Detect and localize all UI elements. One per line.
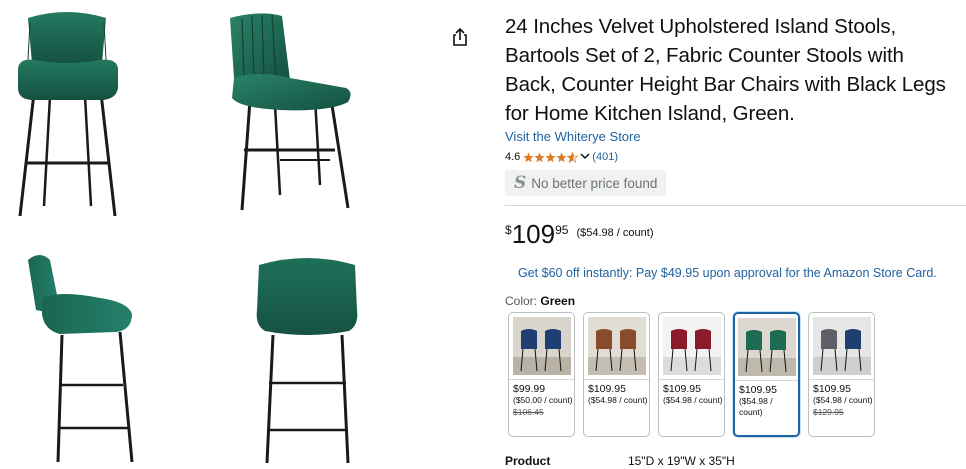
swatch-price: $99.99 — [513, 383, 546, 395]
swatch-list-price — [659, 406, 724, 407]
color-label: Color: Green — [505, 294, 575, 308]
price-check-logo: S — [514, 173, 527, 193]
star-rating[interactable] — [523, 151, 579, 163]
swatch-image — [812, 317, 871, 375]
swatch-unit-price: ($54.98 / count) — [813, 395, 873, 405]
swatch-price: $109.95 — [813, 383, 851, 395]
divider — [505, 205, 966, 206]
price-block: $ 109 95 ($54.98 / count) — [505, 220, 654, 248]
product-image-front[interactable] — [10, 8, 125, 223]
no-better-price-badge[interactable]: S No better price found — [505, 170, 667, 196]
product-image-angle[interactable] — [220, 10, 360, 215]
swatch-image — [662, 317, 721, 375]
rating-count-link[interactable]: (401) — [592, 151, 618, 163]
swatch-green[interactable]: $109.95 ($54.98 / count) — [733, 312, 800, 437]
star-icon — [545, 152, 556, 162]
swatch-unit-price: ($54.98 / count) — [588, 395, 648, 405]
product-image-side[interactable] — [20, 250, 150, 465]
swatch-price: $109.95 — [588, 383, 626, 395]
star-icon — [534, 152, 545, 162]
store-link[interactable]: Visit the Whiterye Store — [505, 129, 641, 144]
color-label-prefix: Color: — [505, 294, 538, 308]
swatch-price: $109.95 — [739, 384, 777, 396]
swatch-chair-left — [520, 329, 537, 349]
swatch-list-price — [584, 406, 649, 407]
swatch-price: $109.95 — [663, 383, 701, 395]
price-per-unit: ($54.98 / count) — [576, 227, 654, 239]
swatch-brown[interactable]: $109.95 ($54.98 / count) — [583, 312, 650, 437]
product-title: 24 Inches Velvet Upholstered Island Stoo… — [505, 15, 946, 125]
price-currency: $ — [505, 223, 512, 237]
share-icon[interactable] — [451, 27, 469, 47]
price-whole: 109 — [511, 219, 556, 249]
swatch-list-price — [735, 418, 798, 419]
store-card-promo-link[interactable]: Get $60 off instantly: Pay $49.95 upon a… — [518, 266, 937, 280]
swatch-unit-price: ($54.98 / count) — [663, 395, 723, 405]
spec-key: Product — [505, 454, 551, 468]
swatch-image — [587, 317, 646, 375]
no-better-price-text: No better price found — [531, 175, 658, 191]
rating-value: 4.6 — [505, 151, 521, 163]
swatch-list-price: $129.95 — [813, 407, 844, 417]
star-icon — [556, 152, 567, 162]
star-icon — [523, 152, 534, 162]
swatch-image — [737, 318, 796, 376]
product-details: 24 Inches Velvet Upholstered Island Stoo… — [505, 12, 960, 196]
price-fraction: 95 — [555, 223, 569, 237]
spec-row-product-dimensions: Product 15"D x 19"W x 35"H — [505, 454, 960, 468]
product-image-back[interactable] — [245, 255, 370, 465]
half-star-icon — [567, 151, 579, 163]
swatch-image — [512, 317, 571, 375]
swatch-red[interactable]: $109.95 ($54.98 / count) — [658, 312, 725, 437]
product-image-gallery — [0, 0, 440, 469]
color-swatches: $99.99 ($50.00 / count) $106.45 $109.95 … — [508, 312, 883, 437]
swatch-list-price: $106.45 — [513, 407, 544, 417]
rating-row[interactable]: 4.6 (401) — [505, 150, 960, 164]
swatch-chair-right — [544, 329, 561, 349]
swatch-unit-price: ($54.98 / count) — [739, 396, 773, 417]
selected-color: Green — [540, 294, 576, 308]
spec-value: 15"D x 19"W x 35"H — [628, 454, 735, 468]
swatch-unit-price: ($50.00 / count) — [513, 395, 573, 405]
swatch-grey[interactable]: $109.95 ($54.98 / count) $129.95 — [808, 312, 875, 437]
swatch-navy[interactable]: $99.99 ($50.00 / count) $106.45 — [508, 312, 575, 437]
chevron-down-icon[interactable] — [580, 152, 590, 163]
